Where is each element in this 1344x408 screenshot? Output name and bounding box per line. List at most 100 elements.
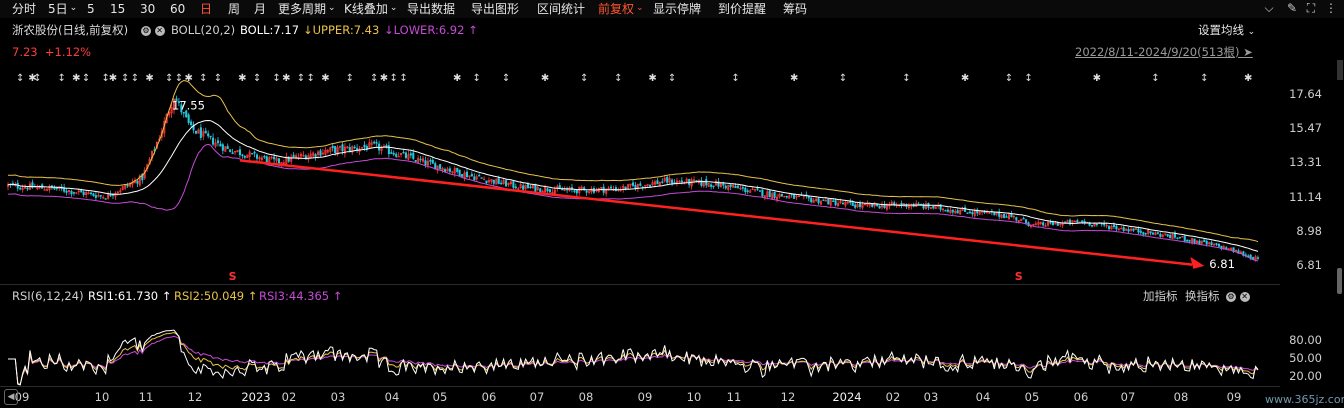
draw-pen-icon[interactable]: ✎ bbox=[1285, 1, 1299, 15]
toolbar-item-7[interactable]: 周 bbox=[228, 0, 240, 18]
price-tick-label: 8.98 bbox=[1296, 223, 1322, 238]
candle-body bbox=[465, 171, 469, 178]
candle-body bbox=[878, 205, 881, 209]
toolbar-item-13[interactable]: 区间统计 bbox=[537, 0, 585, 18]
toolbar-item-9[interactable]: 更多周期 bbox=[278, 0, 336, 18]
candle-body bbox=[190, 121, 193, 126]
candle-body bbox=[680, 180, 683, 183]
candle-body bbox=[1042, 222, 1045, 226]
toolbar-item-5[interactable]: 60 bbox=[170, 0, 185, 18]
candle-body bbox=[1151, 232, 1155, 235]
candle-body bbox=[238, 149, 241, 156]
event-marker: ✱ bbox=[648, 73, 656, 84]
toolbar-item-17[interactable]: 筹码 bbox=[783, 0, 807, 18]
scrollbar-thumb[interactable] bbox=[1337, 268, 1342, 294]
event-marker: ↕ bbox=[390, 73, 398, 84]
candle-body bbox=[92, 193, 95, 196]
scroll-left-button[interactable]: ◀ bbox=[4, 389, 18, 405]
dropdown-circle-icon[interactable]: ⌵ bbox=[1262, 1, 1276, 15]
candle-body bbox=[859, 202, 862, 208]
candle-body bbox=[209, 135, 212, 138]
date-range-label: 2022/8/11-2024/9/20(513根) bbox=[1075, 45, 1240, 59]
candle-body bbox=[470, 174, 473, 177]
candle-body bbox=[522, 185, 525, 190]
s-marker: S bbox=[1015, 270, 1023, 283]
gear-icon[interactable]: ⚙ bbox=[1226, 291, 1236, 302]
x-tick-label: 03 bbox=[923, 390, 939, 404]
indicator-controls: ⚙ ✕ bbox=[141, 22, 165, 38]
upper-value: UPPER:7.43 bbox=[312, 23, 380, 37]
candle-body bbox=[768, 190, 771, 198]
candle-body bbox=[402, 151, 405, 154]
rsi-tick-label: 50.00 bbox=[1289, 351, 1322, 365]
candle-body bbox=[19, 187, 22, 190]
toolbar-item-8[interactable]: 月 bbox=[254, 0, 266, 18]
candle-body bbox=[971, 212, 974, 215]
current-price: 7.23 bbox=[12, 45, 38, 59]
toolbar-item-15[interactable]: 显示停牌 bbox=[653, 0, 701, 18]
price-tick-label: 13.31 bbox=[1289, 155, 1322, 170]
toolbar-item-11[interactable]: 导出数据 bbox=[407, 0, 455, 18]
up-arrow-icon: ↑ bbox=[247, 289, 258, 303]
close-icon[interactable]: ✕ bbox=[1239, 291, 1250, 302]
chart-canvas[interactable]: 17.556.81↕ ✱↕ ↕ ✱ ↕ ↕✱ ↕ ↕ ✱ ↕ ↕ ✱ ↕ ↕ ✱ ↕ ↕ ✱ ↕ ↕ ✱ ↕ ↕ ✱ ↕ ↕ ✱ ↕ ↕… bbox=[0, 0, 1344, 408]
candle-body bbox=[712, 185, 715, 187]
candle-body bbox=[705, 179, 708, 186]
close-icon[interactable]: ✕ bbox=[154, 25, 165, 36]
period-info: (日线,前复权) bbox=[58, 23, 129, 37]
x-tick-label: 07 bbox=[1120, 390, 1136, 404]
add-indicator-button[interactable]: 加指标 bbox=[1143, 288, 1178, 304]
candle-body bbox=[993, 212, 996, 216]
candle-body bbox=[666, 176, 669, 183]
event-marker: ↕ bbox=[473, 73, 481, 84]
candle-body bbox=[1203, 239, 1206, 243]
scrollbar-track[interactable] bbox=[1337, 60, 1343, 80]
candle-body bbox=[671, 179, 674, 184]
toolbar-item-1[interactable]: 5日 bbox=[48, 0, 77, 18]
toolbar-item-10[interactable]: K线叠加 bbox=[344, 0, 397, 18]
toolbar-item-3[interactable]: 15 bbox=[110, 0, 125, 18]
toolbar-item-12[interactable]: 导出图形 bbox=[471, 0, 519, 18]
chevron-down-icon: ⌄ bbox=[1247, 27, 1256, 37]
switch-indicator-button[interactable]: 换指标 bbox=[1185, 288, 1220, 304]
x-tick-label: 11 bbox=[726, 390, 742, 404]
settings-ma-button[interactable]: 设置均线 ⌄ bbox=[1198, 22, 1255, 38]
candle-body bbox=[966, 212, 969, 214]
toolbar-item-4[interactable]: 30 bbox=[140, 0, 155, 18]
toolbar-item-6[interactable]: 日 bbox=[200, 0, 212, 18]
x-tick-label: 02 bbox=[885, 390, 901, 404]
more-icon[interactable]: ⋮ bbox=[1324, 1, 1338, 15]
rsi3-row: RSI3:44.365 ↑ bbox=[259, 288, 342, 304]
candle-body bbox=[1193, 238, 1196, 243]
gear-icon[interactable]: ⚙ bbox=[141, 25, 151, 36]
s-marker: S bbox=[229, 270, 237, 283]
toolbar-item-14[interactable]: 前复权 bbox=[598, 0, 644, 18]
event-marker: ↕ bbox=[502, 73, 510, 84]
pin-icon[interactable]: ➤ bbox=[1243, 45, 1253, 59]
down-arrow-icon: ↓ bbox=[384, 23, 394, 37]
toolbar-item-16[interactable]: 到价提醒 bbox=[718, 0, 766, 18]
event-marker: ↕ bbox=[121, 73, 129, 84]
low-price-label: 6.81 bbox=[1209, 257, 1235, 271]
event-marker: ↕ bbox=[346, 73, 354, 84]
event-marker: ↕ bbox=[131, 73, 139, 84]
x-tick-label: 10 bbox=[686, 390, 702, 404]
candle-body bbox=[429, 159, 432, 162]
event-marker: ✱ bbox=[1244, 73, 1252, 84]
date-range[interactable]: 2022/8/11-2024/9/20(513根) ➤ bbox=[1075, 44, 1253, 60]
candle-body bbox=[1149, 231, 1152, 234]
fullscreen-icon[interactable]: ⛶ bbox=[1304, 1, 1318, 15]
candle-body bbox=[1186, 239, 1189, 242]
toolbar-item-2[interactable]: 5 bbox=[87, 0, 95, 18]
candle-body bbox=[1003, 213, 1006, 218]
candle-body bbox=[65, 190, 68, 193]
candle-body bbox=[277, 158, 281, 164]
rsi3-value: RSI3:44.365 bbox=[259, 289, 330, 303]
high-price-label: 17.55 bbox=[172, 98, 205, 112]
candle-body bbox=[341, 144, 344, 152]
candle-body bbox=[1256, 257, 1260, 259]
candle-body bbox=[736, 185, 740, 188]
candle-body bbox=[348, 147, 351, 152]
toolbar-item-0[interactable]: 分时 bbox=[12, 0, 36, 18]
candle-body bbox=[841, 202, 844, 205]
